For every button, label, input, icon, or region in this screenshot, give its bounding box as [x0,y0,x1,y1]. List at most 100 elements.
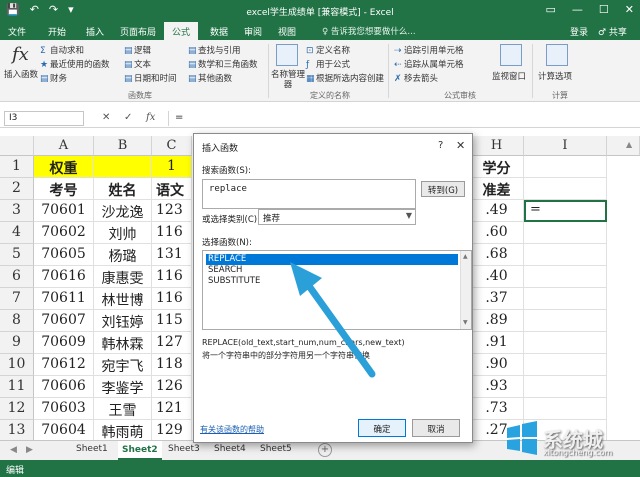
cell[interactable]: 刘帅 [94,222,152,244]
tab-formulas[interactable]: 公式 [164,22,199,40]
cell[interactable]: 115 [152,310,192,332]
cancel-button[interactable]: 取消 [412,419,460,437]
cell[interactable]: 杨璐 [94,244,152,266]
cell[interactable] [524,178,607,200]
minimize-button[interactable]: — [572,3,583,16]
sheet-tab-1[interactable]: Sheet1 [76,444,108,454]
cell[interactable]: 宛宇飞 [94,354,152,376]
tell-me-search[interactable]: ♀ 告诉我您想要做什么... [322,25,416,37]
cell[interactable]: 70603 [34,398,94,420]
share-button[interactable]: ♂ 共享 [598,25,627,38]
cell[interactable]: .40 [470,266,524,288]
cell[interactable]: 考号 [34,178,94,200]
dialog-close-icon[interactable]: ✕ [456,139,465,152]
enter-entry-icon[interactable]: ✓ [124,112,132,123]
datetime-button[interactable]: ▤日期和时间 [124,72,177,84]
cell[interactable] [524,288,607,310]
close-button[interactable]: ✕ [625,3,634,16]
maximize-button[interactable]: ☐ [599,3,609,16]
prev-sheet-icon[interactable]: ◀ [10,445,17,455]
sheet-tab-4[interactable]: Sheet4 [214,444,246,454]
name-manager-icon[interactable] [276,44,298,66]
add-sheet-button[interactable]: + [318,443,332,457]
cell[interactable]: .93 [470,376,524,398]
scroll-up-icon[interactable]: ▲ [626,140,632,149]
login-link[interactable]: 登录 [570,25,588,38]
cell[interactable]: 语文 [152,178,192,200]
help-icon[interactable]: ? [438,140,443,151]
cell[interactable]: .60 [470,222,524,244]
cell[interactable] [524,354,607,376]
cell[interactable] [524,222,607,244]
tab-view[interactable]: 视图 [278,25,296,38]
text-button[interactable]: ▤文本 [124,58,151,70]
function-item-search[interactable]: SEARCH [206,265,458,276]
watch-window-icon[interactable] [500,44,522,66]
search-function-input[interactable]: replace [202,179,416,209]
cell[interactable] [524,332,607,354]
cell[interactable] [524,266,607,288]
cell[interactable]: 116 [152,288,192,310]
cell[interactable]: 刘钰婷 [94,310,152,332]
sheet-tab-5[interactable]: Sheet5 [260,444,292,454]
watch-window-button[interactable]: 监视窗口 [492,70,526,82]
formula-input[interactable]: = [168,111,634,126]
financial-button[interactable]: ▤财务 [40,72,67,84]
cell[interactable]: 学分 [470,156,524,178]
next-sheet-icon[interactable]: ▶ [26,445,33,455]
name-box[interactable]: I3 [4,111,84,126]
tab-page-layout[interactable]: 页面布局 [120,25,156,38]
cell[interactable]: 123 [152,200,192,222]
cell[interactable]: .49 [470,200,524,222]
row-header[interactable]: 2 [0,178,34,200]
function-help-link[interactable]: 有关该函数的帮助 [200,424,264,435]
cancel-entry-icon[interactable]: ✕ [102,112,110,123]
cell[interactable] [524,398,607,420]
category-select[interactable]: 推荐 ▼ [258,209,416,225]
ok-button[interactable]: 确定 [358,419,406,437]
cell[interactable]: 131 [152,244,192,266]
cell[interactable]: 70607 [34,310,94,332]
name-manager-button[interactable]: 名称管理器 [270,70,306,90]
cell[interactable]: 70609 [34,332,94,354]
cell[interactable]: .91 [470,332,524,354]
sheet-tab-3[interactable]: Sheet3 [168,444,200,454]
tab-file[interactable]: 文件 [8,25,26,38]
remove-arrows-button[interactable]: ✗ 移去箭头 [394,72,438,84]
cell[interactable]: .90 [470,354,524,376]
function-list[interactable]: REPLACE SEARCH SUBSTITUTE ▲ ▼ [202,250,472,330]
scroll-down-icon[interactable]: ▼ [463,319,468,326]
column-header-i[interactable]: I [524,136,607,156]
trace-dependents-button[interactable]: ⇠ 追踪从属单元格 [394,58,464,70]
row-header[interactable]: 6 [0,266,34,288]
cell[interactable]: 韩林霖 [94,332,152,354]
cell[interactable]: 权重 [34,156,94,178]
column-header-a[interactable]: A [34,136,94,156]
cell[interactable]: 70605 [34,244,94,266]
row-header[interactable]: 4 [0,222,34,244]
cell[interactable]: 姓名 [94,178,152,200]
column-header-b[interactable]: B [94,136,152,156]
ribbon-display-icon[interactable]: ▭ [546,3,556,16]
cell[interactable]: .73 [470,398,524,420]
cell[interactable]: 70611 [34,288,94,310]
calculation-options-button[interactable]: 计算选项 [538,70,572,82]
cell[interactable]: .68 [470,244,524,266]
cell[interactable] [524,376,607,398]
insert-function-button[interactable]: 插入函数 [4,68,38,80]
insert-function-fx-icon[interactable]: fx [146,112,155,123]
row-header[interactable]: 7 [0,288,34,310]
cell[interactable]: 韩雨萌 [94,420,152,440]
column-header-c[interactable]: C [152,136,192,156]
cell[interactable]: 126 [152,376,192,398]
cell[interactable] [524,244,607,266]
row-header[interactable]: 12 [0,398,34,420]
cell[interactable]: .37 [470,288,524,310]
cell[interactable]: 准差 [470,178,524,200]
cell[interactable]: 70601 [34,200,94,222]
trace-precedents-button[interactable]: ⇢ 追踪引用单元格 [394,44,464,56]
cell[interactable]: 118 [152,354,192,376]
cell[interactable]: 王雪 [94,398,152,420]
scroll-up-icon[interactable]: ▲ [463,253,468,260]
row-header[interactable]: 8 [0,310,34,332]
